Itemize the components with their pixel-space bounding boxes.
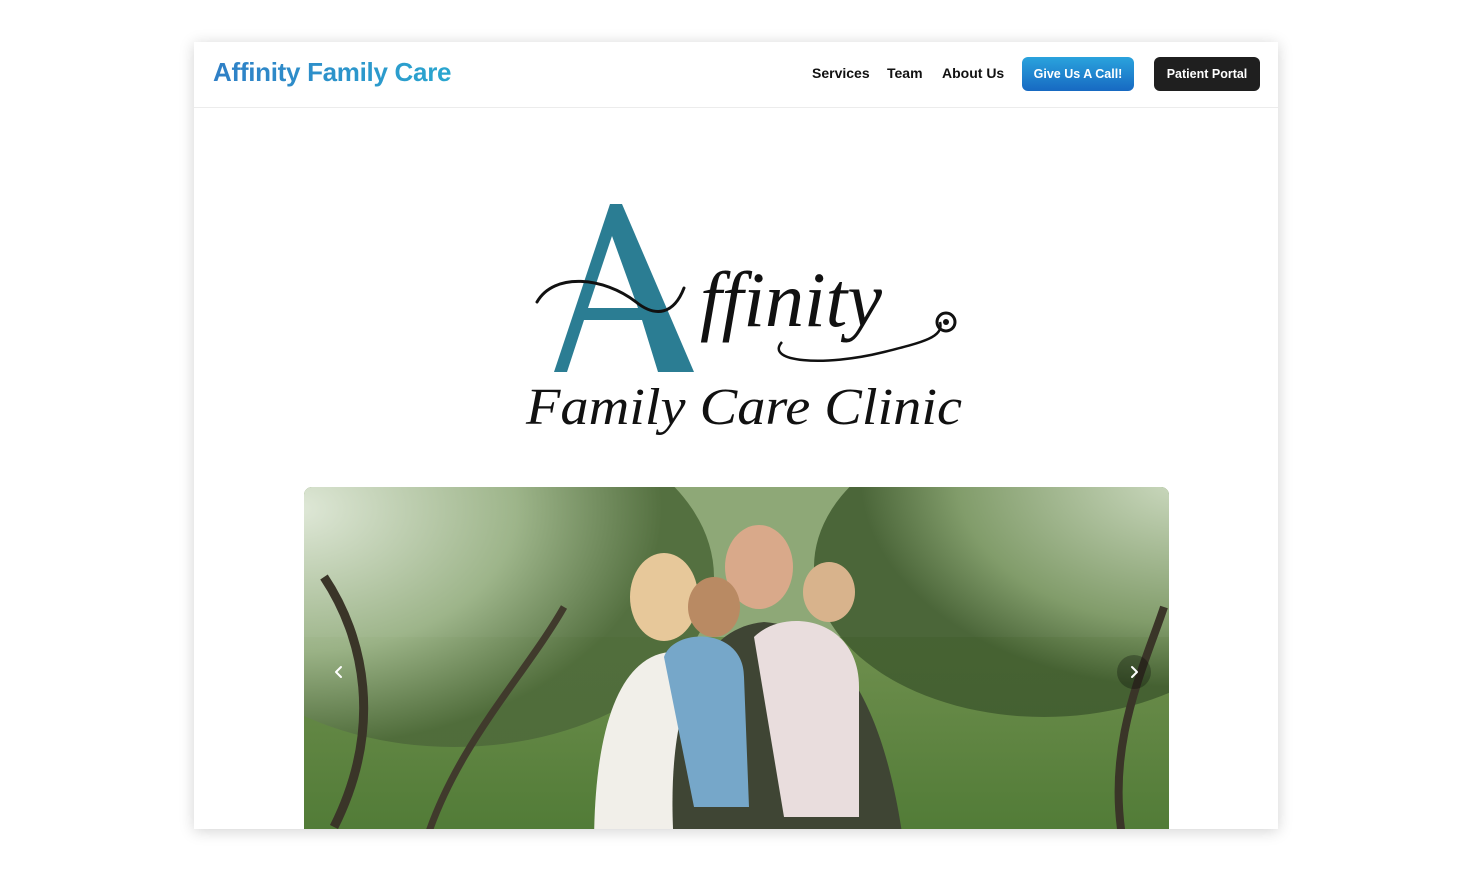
logo-word: ffinity [700, 256, 882, 343]
family-photo [304, 487, 1169, 829]
stethoscope-icon [935, 311, 957, 333]
carousel-prev-button[interactable] [322, 655, 356, 689]
browser-page: Affinity Family Care Services Team About… [194, 42, 1278, 829]
chevron-left-icon [335, 666, 342, 678]
nav-link-about-us[interactable]: About Us [942, 65, 1004, 81]
brand-logo-link[interactable]: Affinity Family Care [213, 57, 451, 88]
logo-subtitle: Family Care Clinic [525, 379, 962, 436]
navbar: Affinity Family Care Services Team About… [194, 42, 1278, 108]
give-us-a-call-button[interactable]: Give Us A Call! [1022, 57, 1134, 91]
hero-carousel[interactable] [304, 487, 1169, 829]
patient-portal-button[interactable]: Patient Portal [1154, 57, 1260, 91]
logo-letter-a [554, 204, 694, 372]
nav-link-services[interactable]: Services [812, 65, 870, 81]
chevron-right-icon [1131, 666, 1138, 678]
carousel-next-button[interactable] [1117, 655, 1151, 689]
clinic-logo: ffinity Family Care Clinic [525, 204, 962, 436]
nav-link-team[interactable]: Team [887, 65, 923, 81]
